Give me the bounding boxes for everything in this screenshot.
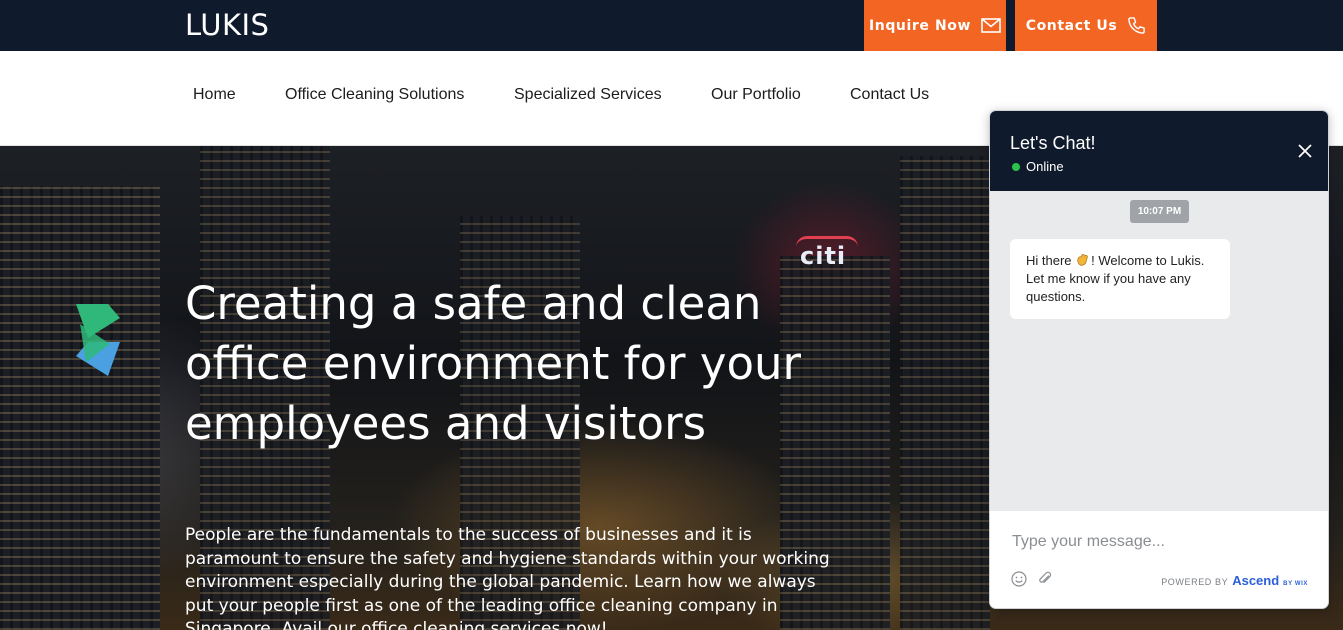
phone-icon [1127,16,1146,35]
chat-composer: POWERED BY Ascend BY WIX [990,511,1328,608]
ascend-logo: Ascend [1232,573,1280,588]
emoji-icon[interactable] [1011,571,1027,587]
building-background [0,186,160,630]
attachment-icon[interactable] [1037,571,1053,587]
chat-message-bubble: Hi there ! Welcome to Lukis. Let me know… [1010,239,1230,319]
chat-widget: Let's Chat! Online 10:07 PM Hi there ! W… [989,110,1329,609]
chat-message-input[interactable] [1012,533,1302,551]
nav-item-office-cleaning-solutions[interactable]: Office Cleaning Solutions [285,86,464,104]
chat-status-label: Online [1026,159,1064,174]
online-dot-icon [1012,162,1020,171]
nav-item-our-portfolio[interactable]: Our Portfolio [711,86,801,104]
envelope-icon [981,18,1001,33]
powered-by-badge[interactable]: POWERED BY Ascend BY WIX [1161,573,1308,588]
close-icon[interactable] [1298,144,1312,158]
hero-description: People are the fundamentals to the succe… [185,525,830,630]
chat-title: Let's Chat! [1010,133,1096,153]
top-bar: LUKIS Inquire Now Contact Us [0,0,1343,51]
chat-header: Let's Chat! Online [990,111,1328,191]
chat-status: Online [1012,159,1064,174]
message-timestamp: 10:07 PM [1130,200,1189,223]
contact-us-label: Contact Us [1025,17,1118,34]
nav-item-specialized-services[interactable]: Specialized Services [514,86,662,104]
powered-by-label: POWERED BY [1161,577,1229,587]
by-wix-label: BY WIX [1283,581,1308,587]
chat-message-text: Hi there [1026,253,1076,268]
nav-item-home[interactable]: Home [193,86,236,104]
site-logo[interactable]: LUKIS [185,8,269,42]
nav-item-contact-us[interactable]: Contact Us [850,86,929,104]
waving-hand-icon [1075,253,1091,267]
standard-chartered-logo [66,296,130,391]
hero-title: Creating a safe and clean office environ… [185,277,802,450]
inquire-now-button[interactable]: Inquire Now [864,0,1006,51]
citi-sign: citi [795,236,859,270]
contact-us-button[interactable]: Contact Us [1015,0,1157,51]
inquire-now-label: Inquire Now [868,17,972,34]
building-background [900,156,990,630]
